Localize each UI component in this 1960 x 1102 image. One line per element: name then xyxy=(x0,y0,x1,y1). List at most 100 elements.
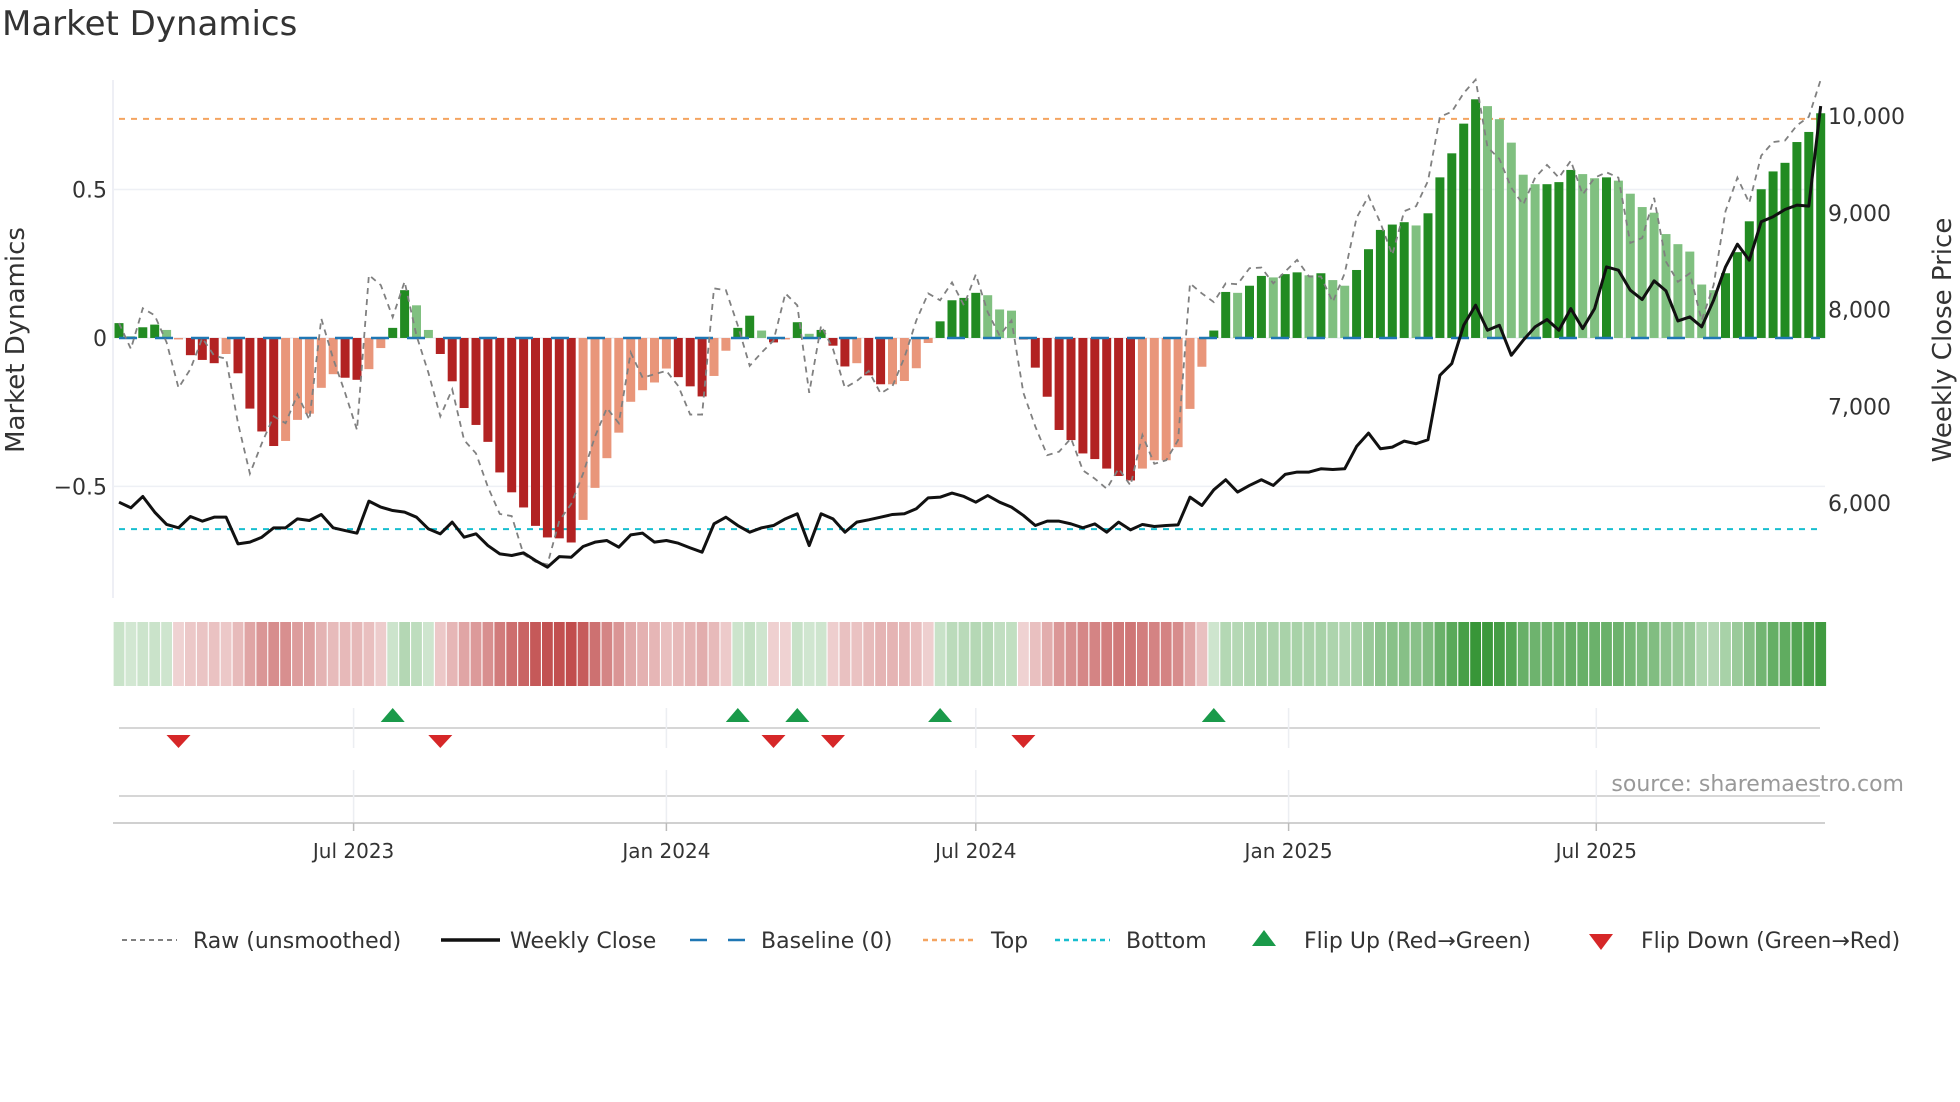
x-tick-label: Jan 2024 xyxy=(620,839,710,863)
heat-strip-cell xyxy=(1291,622,1303,686)
heat-strip-cell xyxy=(232,622,244,686)
histogram-bar xyxy=(1768,171,1778,338)
flip-down-marker xyxy=(428,735,453,748)
heat-strip-cell xyxy=(1601,622,1612,686)
heat-strip-cell xyxy=(756,622,767,686)
flip-down-marker xyxy=(761,735,786,748)
legend-label: Bottom xyxy=(1126,929,1207,954)
histogram-bar xyxy=(435,337,445,354)
heat-strip-cell xyxy=(970,622,982,686)
histogram-bar xyxy=(1685,251,1695,338)
heat-strip-cell xyxy=(1636,622,1648,686)
histogram-bar xyxy=(352,337,362,380)
heat-strip-cell xyxy=(1422,622,1434,686)
histogram-bar xyxy=(1483,106,1492,338)
heat-strip-cell xyxy=(1029,622,1041,686)
histogram-bar xyxy=(1625,193,1635,338)
heat-strip-cell xyxy=(1065,622,1077,686)
histogram-bar xyxy=(1756,189,1766,338)
histogram-bar xyxy=(1245,285,1254,338)
heat-strip-cell xyxy=(863,622,875,686)
heat-strip-cell xyxy=(1137,622,1148,686)
histogram-bar xyxy=(935,321,945,338)
heat-strip-cell xyxy=(506,622,518,686)
heat-strip-cell xyxy=(1589,622,1600,686)
histogram-bar xyxy=(364,337,374,370)
histogram-bar xyxy=(1328,280,1338,338)
legend-item-top: Top xyxy=(923,929,1028,954)
histogram-bar xyxy=(911,337,921,369)
heat-strip-cell xyxy=(1196,622,1208,686)
histogram-bar xyxy=(709,337,719,376)
histogram-bar xyxy=(257,337,267,432)
legend-flip-down-icon xyxy=(1589,934,1613,950)
histogram-bar xyxy=(138,327,148,338)
histogram-bar xyxy=(1054,337,1064,430)
heat-strip-cell xyxy=(887,622,898,686)
histogram-bar xyxy=(1161,337,1171,461)
histogram-bar xyxy=(1066,337,1076,441)
heat-strip-cell xyxy=(1351,622,1362,686)
heat-strip-cell xyxy=(946,622,958,686)
heat-strip-cell xyxy=(958,622,970,686)
y2-axis-label: Weekly Close Price xyxy=(1928,218,1958,463)
heat-strip-cell xyxy=(1446,622,1458,686)
histogram-bar xyxy=(578,337,588,520)
heat-strip-cell xyxy=(339,622,351,686)
heat-strip-cell xyxy=(1613,622,1624,686)
histogram-bar xyxy=(1744,221,1754,338)
heat-strip-cell xyxy=(1101,622,1113,686)
histogram-bar xyxy=(1185,337,1195,409)
heat-strip-cell xyxy=(434,622,446,686)
heat-strip-cell xyxy=(304,622,315,686)
histogram-bar xyxy=(1542,184,1552,338)
heat-strip-cell xyxy=(161,622,172,686)
legend-item-close: Weekly Close xyxy=(441,929,656,954)
heat-strip-cell xyxy=(875,622,886,686)
histogram-bar xyxy=(459,337,469,409)
heat-strip-cell xyxy=(839,622,851,686)
heat-strip-cell xyxy=(1696,622,1708,686)
heat-strip-cell xyxy=(1803,622,1815,686)
heat-strip-cell xyxy=(1553,622,1565,686)
heat-strip-cell xyxy=(815,622,827,686)
heat-strip-cell xyxy=(1434,622,1446,686)
legend-label: Raw (unsmoothed) xyxy=(193,929,401,954)
histogram-bar xyxy=(483,337,493,442)
histogram-bar xyxy=(1042,337,1052,397)
y2-tick-label: 6,000 xyxy=(1828,492,1891,517)
heat-strip-cell xyxy=(553,622,565,686)
legend-item-bottom: Bottom xyxy=(1055,929,1207,954)
y2-tick-label: 7,000 xyxy=(1828,395,1891,420)
histogram-bar xyxy=(281,337,291,441)
y-tick-label: 0 xyxy=(93,327,107,352)
histogram-bar xyxy=(1721,273,1730,338)
heat-strip-cell xyxy=(1244,622,1255,686)
heat-strip-cell xyxy=(185,622,196,686)
histogram-bar xyxy=(304,337,314,414)
heat-strip-cell xyxy=(1327,622,1339,686)
histogram-bar xyxy=(1233,292,1243,338)
heat-strip-cell xyxy=(601,622,613,686)
flip-up-marker xyxy=(785,708,810,722)
histogram-bar xyxy=(1804,131,1814,338)
heat-strip-cell xyxy=(351,622,363,686)
histogram-bar xyxy=(1423,213,1433,338)
histogram-bar xyxy=(1459,123,1469,338)
heat-strip-cell xyxy=(1041,622,1053,686)
heat-strip-cell xyxy=(1339,622,1351,686)
x-tick-label: Jan 2025 xyxy=(1243,839,1333,863)
heat-strip-cell xyxy=(458,622,470,686)
flip-up-marker xyxy=(380,708,405,722)
histogram-bar xyxy=(150,324,160,338)
histogram-bar xyxy=(947,300,957,338)
histogram-bar xyxy=(1602,177,1611,338)
histogram-bar xyxy=(1732,252,1742,338)
heat-strip-cell xyxy=(827,622,839,686)
histogram-bar xyxy=(542,337,552,538)
heat-strip-cell xyxy=(768,622,779,686)
heat-strip-cell xyxy=(411,622,422,686)
histogram-bar xyxy=(1494,119,1504,338)
heat-strip-cell xyxy=(446,622,458,686)
histogram-bar xyxy=(1435,177,1445,338)
